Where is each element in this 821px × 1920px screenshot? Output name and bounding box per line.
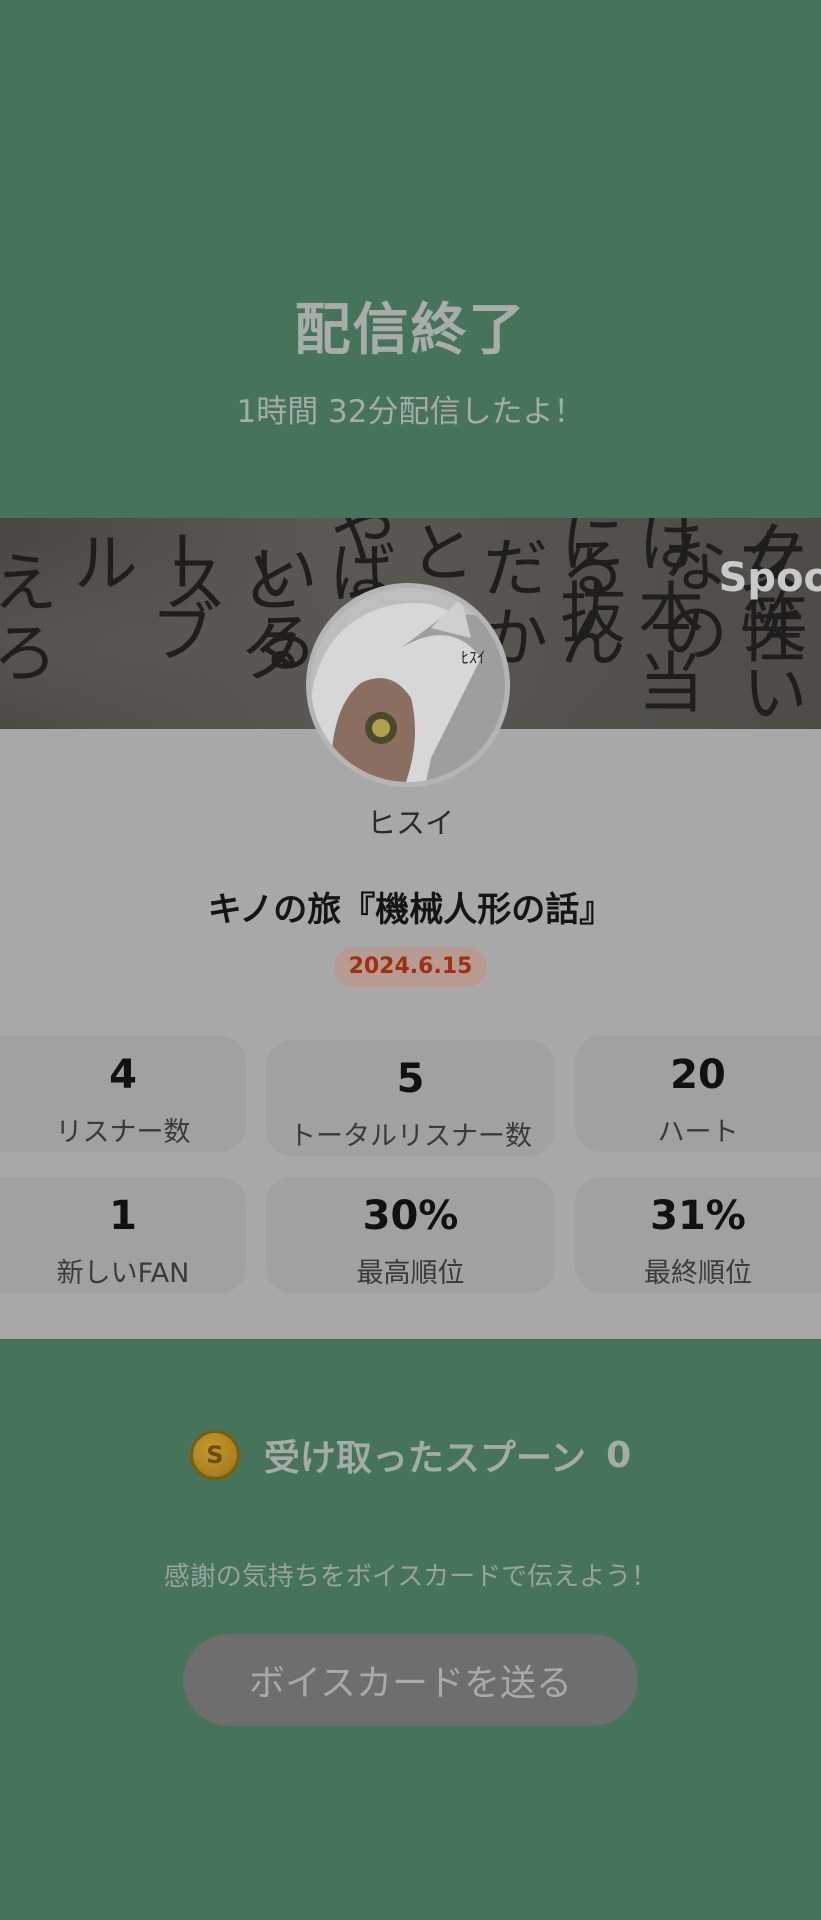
thanks-message: 感謝の気持ちをボイスカードで伝えよう！ bbox=[163, 1562, 658, 1592]
stat-value: 5 bbox=[396, 1056, 425, 1102]
stat-label: リスナー数 bbox=[55, 1117, 191, 1148]
stat-card-final-rank: 31% 最終順位 bbox=[575, 1177, 821, 1293]
broadcast-duration: 1時間 32分配信したよ！ bbox=[236, 394, 585, 430]
avatar-image: ﾋｽｲ bbox=[311, 588, 505, 782]
stat-label: 最終順位 bbox=[644, 1258, 752, 1289]
avatar-sign: ﾋｽｲ bbox=[461, 648, 485, 667]
spoon-logo-text: Spoo bbox=[718, 555, 821, 601]
stat-card-new-fans: 1 新しいFAN bbox=[0, 1177, 246, 1293]
received-spoons: S 受け取ったスプーン 0 bbox=[0, 1425, 821, 1485]
stat-card-hearts: 20 ハート bbox=[575, 1036, 821, 1152]
stat-label: 最高順位 bbox=[356, 1258, 465, 1289]
stat-value: 20 bbox=[670, 1052, 726, 1098]
stat-value: 30% bbox=[362, 1193, 459, 1239]
stat-value: 31% bbox=[650, 1193, 746, 1239]
spoons-label: 受け取ったスプーン bbox=[263, 1438, 587, 1479]
username: ヒスイ bbox=[366, 806, 454, 840]
spoons-count: 0 bbox=[606, 1434, 632, 1476]
send-voice-card-button[interactable]: ボイスカードを送る bbox=[183, 1634, 638, 1726]
stat-value: 1 bbox=[109, 1193, 137, 1239]
stat-label: 新しいFAN bbox=[56, 1258, 190, 1289]
stat-card-listeners: 4 リスナー数 bbox=[0, 1036, 246, 1152]
stat-label: トータルリスナー数 bbox=[289, 1121, 532, 1152]
date-badge: 2024.6.15 bbox=[334, 947, 487, 987]
stat-label: ハート bbox=[657, 1117, 739, 1148]
stat-value: 4 bbox=[109, 1052, 137, 1098]
page-title: 配信終了 bbox=[294, 298, 527, 363]
broadcast-title: キノの旅『機械人形の話』 bbox=[207, 890, 614, 930]
banner-text-column: えろ bbox=[0, 548, 58, 688]
stat-card-total-listeners: 5 トータルリスナー数 bbox=[266, 1040, 555, 1156]
banner-text-column: ーブル bbox=[61, 528, 216, 668]
avatar[interactable]: ﾋｽｲ bbox=[306, 583, 510, 787]
stat-card-highest-rank: 30% 最高順位 bbox=[266, 1177, 555, 1293]
spoon-coin-icon: S bbox=[189, 1430, 240, 1480]
